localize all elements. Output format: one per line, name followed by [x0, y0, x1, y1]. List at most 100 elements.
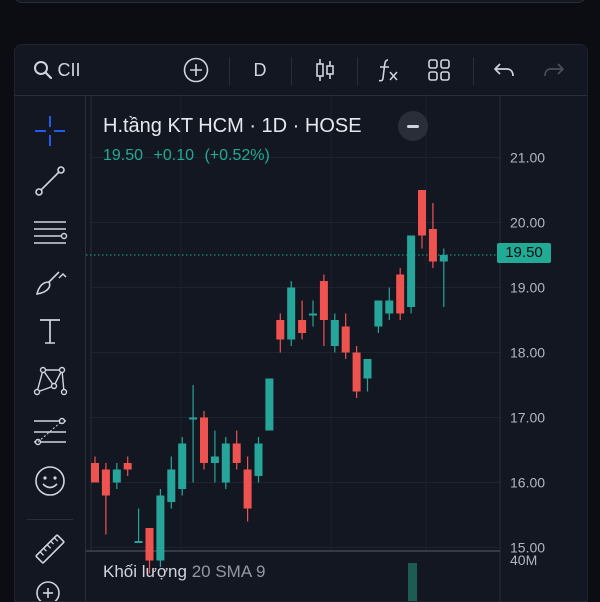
smiley-icon: [35, 466, 65, 496]
candle-body: [156, 495, 165, 561]
price-tick-label: 20.00: [510, 215, 545, 231]
emoji-tool[interactable]: [29, 461, 71, 501]
redo-icon: [544, 63, 564, 77]
candle-body: [134, 541, 143, 543]
price-tick-label: 21.00: [510, 150, 545, 166]
symbol-search-button[interactable]: CII: [27, 45, 87, 95]
forecast-tool[interactable]: [29, 411, 71, 451]
crosshair-icon: [35, 116, 65, 146]
drawing-toolbar: [15, 95, 86, 601]
horizontal-lines-icon: [34, 221, 68, 244]
volume-tick-label: 40M: [510, 552, 537, 568]
price-change-value: +0.10: [153, 147, 194, 164]
candle-body: [319, 281, 328, 320]
compare-add-button[interactable]: [179, 45, 213, 95]
minus-icon: [407, 124, 419, 128]
price-tick-label: 19.00: [510, 280, 545, 296]
candle-body: [200, 417, 208, 463]
prediction-icon: [34, 417, 66, 446]
symbol-legend-title[interactable]: H.tầng KT HCM · 1D · HOSE: [103, 115, 362, 138]
last-price-value: 19.50: [103, 147, 144, 164]
price-tick-label: 16.00: [510, 475, 545, 491]
candle-body: [232, 443, 241, 463]
undo-icon: [494, 63, 514, 77]
volume-legend[interactable]: Khối lượng 20 SMA 9: [103, 562, 265, 582]
volume-settings: 20 SMA 9: [191, 562, 266, 581]
chart-area[interactable]: 21.00 20.00 19.00 18.00 17.00 16.00 15.00 40M H…: [86, 95, 587, 601]
candle-body: [145, 528, 154, 561]
candle-body: [385, 300, 394, 314]
candle-body: [112, 469, 121, 483]
candle-body: [374, 300, 383, 327]
status-strip: [0, 0, 600, 44]
zoom-in-tool[interactable]: [29, 575, 71, 601]
symbol-legend-values: 19.50 +0.10 (+0.52%): [103, 147, 276, 165]
candle-body: [309, 313, 317, 316]
candle-body: [439, 255, 448, 262]
candle-body: [243, 469, 252, 509]
indicators-button[interactable]: [373, 45, 403, 95]
symbol-label: CII: [57, 59, 81, 80]
text-icon: [40, 319, 60, 344]
undo-button[interactable]: [489, 45, 519, 95]
brush-tool[interactable]: [29, 261, 71, 301]
candle-body: [396, 274, 405, 314]
brush-icon: [35, 271, 67, 295]
interval-label: D: [253, 59, 267, 80]
candles: [91, 190, 448, 574]
candle-body: [210, 456, 219, 463]
price-chart[interactable]: 21.0020.0019.0018.0017.0016.0015.0040M: [86, 95, 587, 601]
fib-tool[interactable]: [29, 211, 71, 251]
candle-body: [189, 417, 198, 420]
trend-line-icon: [35, 166, 65, 196]
search-icon: [34, 61, 53, 80]
candle-body: [298, 320, 307, 333]
candle-body: [341, 326, 350, 353]
price-tick-label: 17.00: [510, 410, 545, 426]
previous-panel-edge: [14, 0, 586, 3]
chart-type-button[interactable]: [309, 45, 341, 95]
toolbar-divider: [357, 57, 358, 85]
candle-body: [178, 443, 187, 489]
candle-body: [418, 190, 426, 236]
candles-icon: [316, 59, 334, 81]
text-tool[interactable]: [29, 311, 71, 351]
toolbar-divider: [229, 57, 230, 85]
candle-body: [221, 443, 230, 483]
interval-button[interactable]: D: [245, 45, 275, 95]
sidebar-divider: [27, 519, 73, 520]
trend-line-tool[interactable]: [29, 161, 71, 201]
price-axis[interactable]: 21.0020.0019.0018.0017.0016.0015.0040M: [510, 150, 545, 569]
collapse-legend-button[interactable]: [398, 111, 428, 141]
zoom-in-icon: [36, 581, 60, 601]
measure-tool[interactable]: [29, 529, 71, 569]
candle-body: [287, 287, 296, 340]
candle-body: [254, 443, 263, 476]
ruler-icon: [35, 534, 65, 564]
price-change-percent: (+0.52%): [204, 147, 270, 164]
top-toolbar: CII D: [15, 45, 587, 96]
grid-layout-icon: [428, 59, 450, 81]
layout-button[interactable]: [423, 45, 455, 95]
candle-body: [265, 378, 274, 431]
candle-body: [123, 463, 132, 470]
candle-body: [363, 359, 372, 379]
plus-circle-icon: [183, 57, 209, 83]
candle-body: [428, 229, 437, 262]
candle-body: [407, 235, 416, 307]
function-fx-icon: [378, 59, 398, 82]
chart-app: CII D 21.00 20.00 19.00 18.00 17.00 16.0…: [14, 44, 588, 602]
redo-button[interactable]: [539, 45, 569, 95]
candle-body: [101, 469, 110, 496]
candle-body: [167, 469, 176, 502]
volume-label: Khối lượng: [103, 562, 187, 581]
toolbar-divider: [473, 57, 474, 85]
candle-body: [91, 463, 99, 483]
toolbar-divider: [291, 57, 292, 85]
crosshair-tool[interactable]: [29, 111, 71, 151]
candle-body: [330, 320, 339, 346]
candle-body: [352, 352, 361, 392]
candle-body: [276, 320, 285, 340]
pattern-tool[interactable]: [29, 361, 71, 401]
price-tick-label: 18.00: [510, 345, 545, 361]
